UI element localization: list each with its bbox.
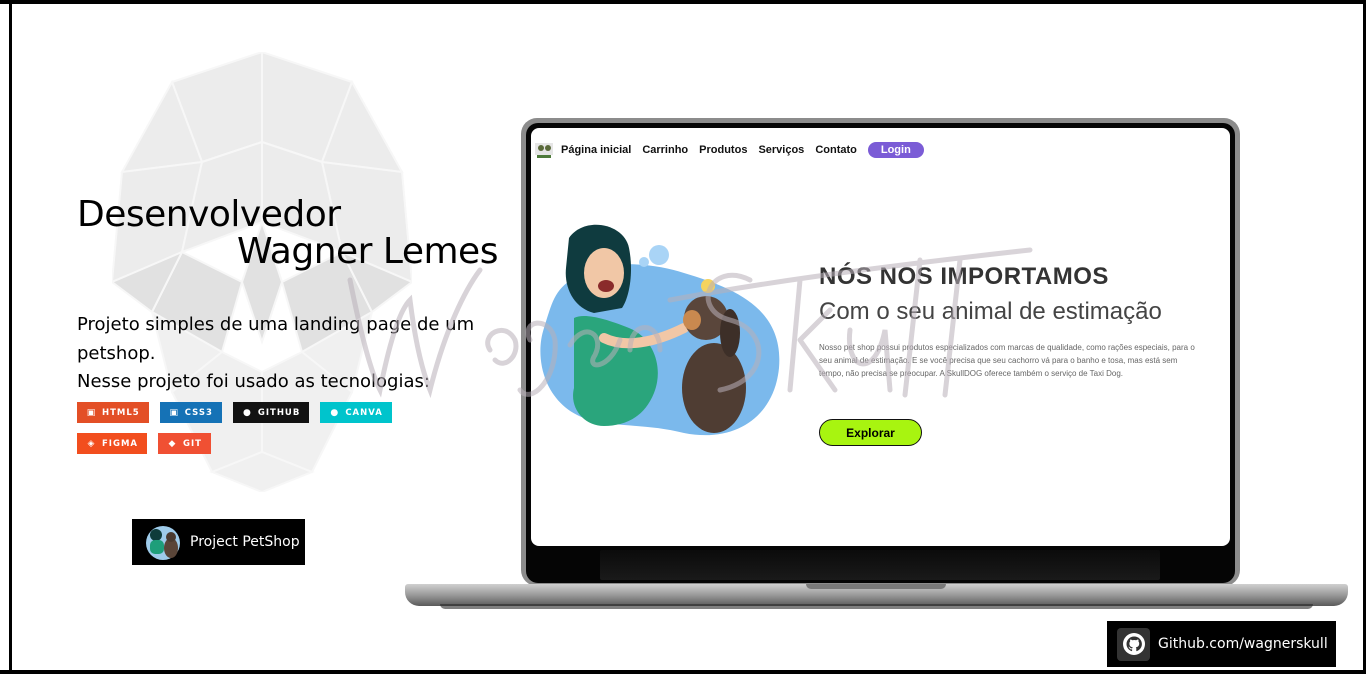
petshop-avatar-icon — [146, 526, 180, 560]
nav-products-link[interactable]: Produtos — [699, 144, 747, 156]
html5-icon: ▣ — [86, 407, 97, 418]
hero-title-line1: Desenvolvedor — [77, 194, 341, 235]
github-link-button[interactable]: Github.com/wagnerskull — [1107, 621, 1336, 667]
hero-title-line2: Wagner Lemes — [237, 231, 498, 272]
css3-icon: ▣ — [169, 407, 179, 418]
preview-explore-button[interactable]: Explorar — [819, 419, 922, 446]
nav-services-link[interactable]: Serviços — [758, 144, 804, 156]
badge-label: GITHUB — [257, 407, 301, 418]
frame-left-border — [9, 0, 12, 674]
preview-body-text: Nosso pet shop possui produtos especiali… — [819, 343, 1195, 378]
git-icon: ◆ — [168, 438, 177, 449]
badge-git: ◆ GIT — [157, 433, 211, 454]
project-petshop-label: Project PetShop — [190, 534, 300, 550]
hero-title: Desenvolvedor Wagner Lemes — [77, 196, 498, 270]
badge-label: GIT — [182, 438, 202, 449]
laptop-keyboard-reflection — [600, 550, 1160, 580]
badge-html5: ▣ HTML5 — [77, 402, 149, 423]
hero-description-line1: Projeto simples de uma landing page de u… — [77, 314, 475, 364]
tech-badges: ▣ HTML5 ▣ CSS3 ● GITHUB ● CANVA ◈ FIGMA … — [77, 402, 457, 454]
nav-login-button[interactable]: Login — [867, 142, 924, 158]
hero-description-line2: Nesse projeto foi usado as tecnologias: — [77, 371, 430, 392]
github-link-label: Github.com/wagnerskull — [1158, 636, 1328, 652]
frame-top-border — [0, 0, 1366, 4]
project-petshop-button[interactable]: Project PetShop — [132, 519, 305, 565]
badge-label: CSS3 — [184, 407, 213, 418]
badge-label: CANVA — [345, 407, 383, 418]
preview-subheadline: Com o seu animal de estimação — [819, 298, 1162, 325]
preview-navbar: Página inicial Carrinho Produtos Serviço… — [531, 138, 931, 162]
github-icon: ● — [242, 407, 252, 418]
skulldog-logo-icon — [535, 143, 553, 158]
badge-canva: ● CANVA — [320, 402, 392, 423]
badge-github: ● GITHUB — [232, 402, 310, 423]
canva-icon: ● — [330, 407, 340, 418]
badge-label: FIGMA — [102, 438, 138, 449]
nav-home-link[interactable]: Página inicial — [561, 144, 631, 156]
frame-bottom-border — [0, 670, 1366, 674]
github-icon — [1117, 627, 1150, 661]
badge-label: HTML5 — [102, 407, 140, 418]
figma-icon: ◈ — [87, 438, 96, 449]
laptop-foot-shadow — [440, 604, 1313, 609]
nav-contact-link[interactable]: Contato — [815, 144, 857, 156]
badge-figma: ◈ FIGMA — [77, 433, 147, 454]
laptop-notch — [806, 584, 946, 589]
preview-headline: NÓS NOS IMPORTAMOS — [819, 263, 1109, 290]
petshop-preview-screen: Página inicial Carrinho Produtos Serviço… — [531, 128, 1230, 546]
hero-description: Projeto simples de uma landing page de u… — [77, 311, 477, 397]
woman-with-dog-illustration — [540, 224, 780, 436]
badge-css3: ▣ CSS3 — [159, 402, 222, 423]
nav-cart-link[interactable]: Carrinho — [642, 144, 688, 156]
